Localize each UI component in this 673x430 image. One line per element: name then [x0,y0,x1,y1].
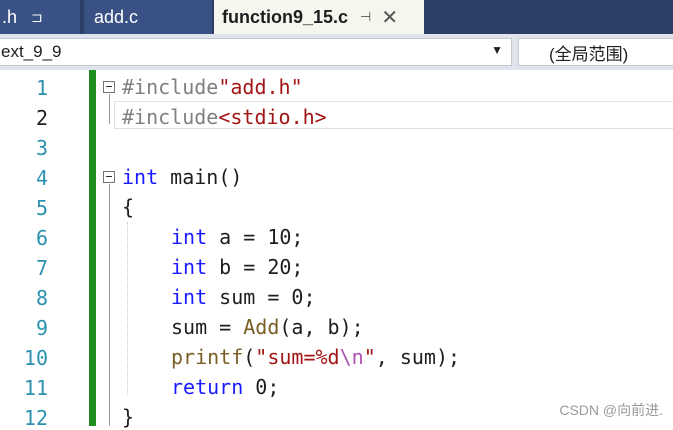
code-text: a = 10; [207,225,304,249]
line-number: 11 [23,376,48,400]
code-text: main() [158,165,243,189]
line-number: 7 [35,256,48,280]
navigation-bar: ext_9_9 ▼ (全局范围) [0,34,673,70]
line-number: 3 [35,136,48,160]
tab-add-c[interactable]: add.c [84,0,212,34]
function-call: printf [171,345,244,369]
code-text: b = 20; [207,255,304,279]
project-scope-value: ext_9_9 [1,42,62,61]
line-number: 10 [23,346,48,370]
project-scope-dropdown[interactable]: ext_9_9 ▼ [0,38,512,66]
keyword: int [171,285,208,309]
code-line-7: int b = 20; [171,255,303,279]
escape-sequence: \n [339,345,364,369]
pin-icon[interactable]: ⊐ [31,9,43,26]
line-number: 8 [35,286,48,310]
function-call: Add [243,315,280,339]
line-number: 6 [35,226,48,250]
indent-guide [127,222,128,394]
line-number: 2 [35,106,48,130]
change-tracking-bar [89,70,96,426]
collapse-icon[interactable] [103,171,115,183]
code-text: 0; [243,375,280,399]
chevron-down-icon[interactable]: ▼ [491,43,503,57]
code-line-12: } [122,405,135,429]
code-text: , sum); [375,345,461,369]
code-line-11: return 0; [171,375,279,399]
function-scope-dropdown[interactable]: (全局范围) [518,38,673,66]
tab-strip: .h ⊐ add.c function9_15.c ⊣ ✕ [0,0,673,34]
line-number: 1 [35,76,48,100]
code-line-6: int a = 10; [171,225,303,249]
keyword: return [171,375,244,399]
code-editor[interactable]: 1 2 3 4 5 6 7 8 9 10 11 12 #include"add.… [0,70,673,430]
code-line-8: int sum = 0; [171,285,316,309]
include-path: <stdio.h> [218,105,327,129]
code-line-2: #include<stdio.h> [122,105,327,129]
preprocessor-directive: #include [122,75,219,99]
code-text: ( [243,345,256,369]
tab-function9-15-c-label: function9_15.c [222,6,349,27]
code-line-5: { [122,195,135,219]
code-line-4: int main() [122,165,242,189]
string-literal: " [363,345,376,369]
tab-header-file[interactable]: .h ⊐ [0,0,80,34]
fold-guide [109,94,110,124]
collapse-icon[interactable] [103,81,115,93]
string-literal: "sum=%d [255,345,340,369]
code-line-10: printf("sum=%d\n", sum); [171,345,460,369]
include-path: "add.h" [218,75,303,99]
keyword: int [171,255,208,279]
code-text: sum = 0; [207,285,316,309]
tab-function9-15-c[interactable]: function9_15.c ⊣ ✕ [214,0,424,34]
tab-add-c-label: add.c [94,6,139,27]
line-number: 12 [23,406,48,430]
preprocessor-directive: #include [122,105,219,129]
code-line-1: #include"add.h" [122,75,303,99]
fold-guide [109,184,110,426]
tab-header-file-label: .h [2,6,18,27]
code-text: (a, b); [279,315,364,339]
pin-icon[interactable]: ⊣ [360,9,371,25]
keyword: int [122,165,159,189]
line-number: 5 [35,196,48,220]
function-scope-value: (全局范围) [549,44,629,64]
close-icon[interactable]: ✕ [381,5,398,30]
keyword: int [171,225,208,249]
code-text: sum = [171,315,244,339]
code-line-9: sum = Add(a, b); [171,315,364,339]
watermark: CSDN @向前进. [559,402,663,418]
line-number: 9 [35,316,48,340]
line-number: 4 [35,166,48,190]
